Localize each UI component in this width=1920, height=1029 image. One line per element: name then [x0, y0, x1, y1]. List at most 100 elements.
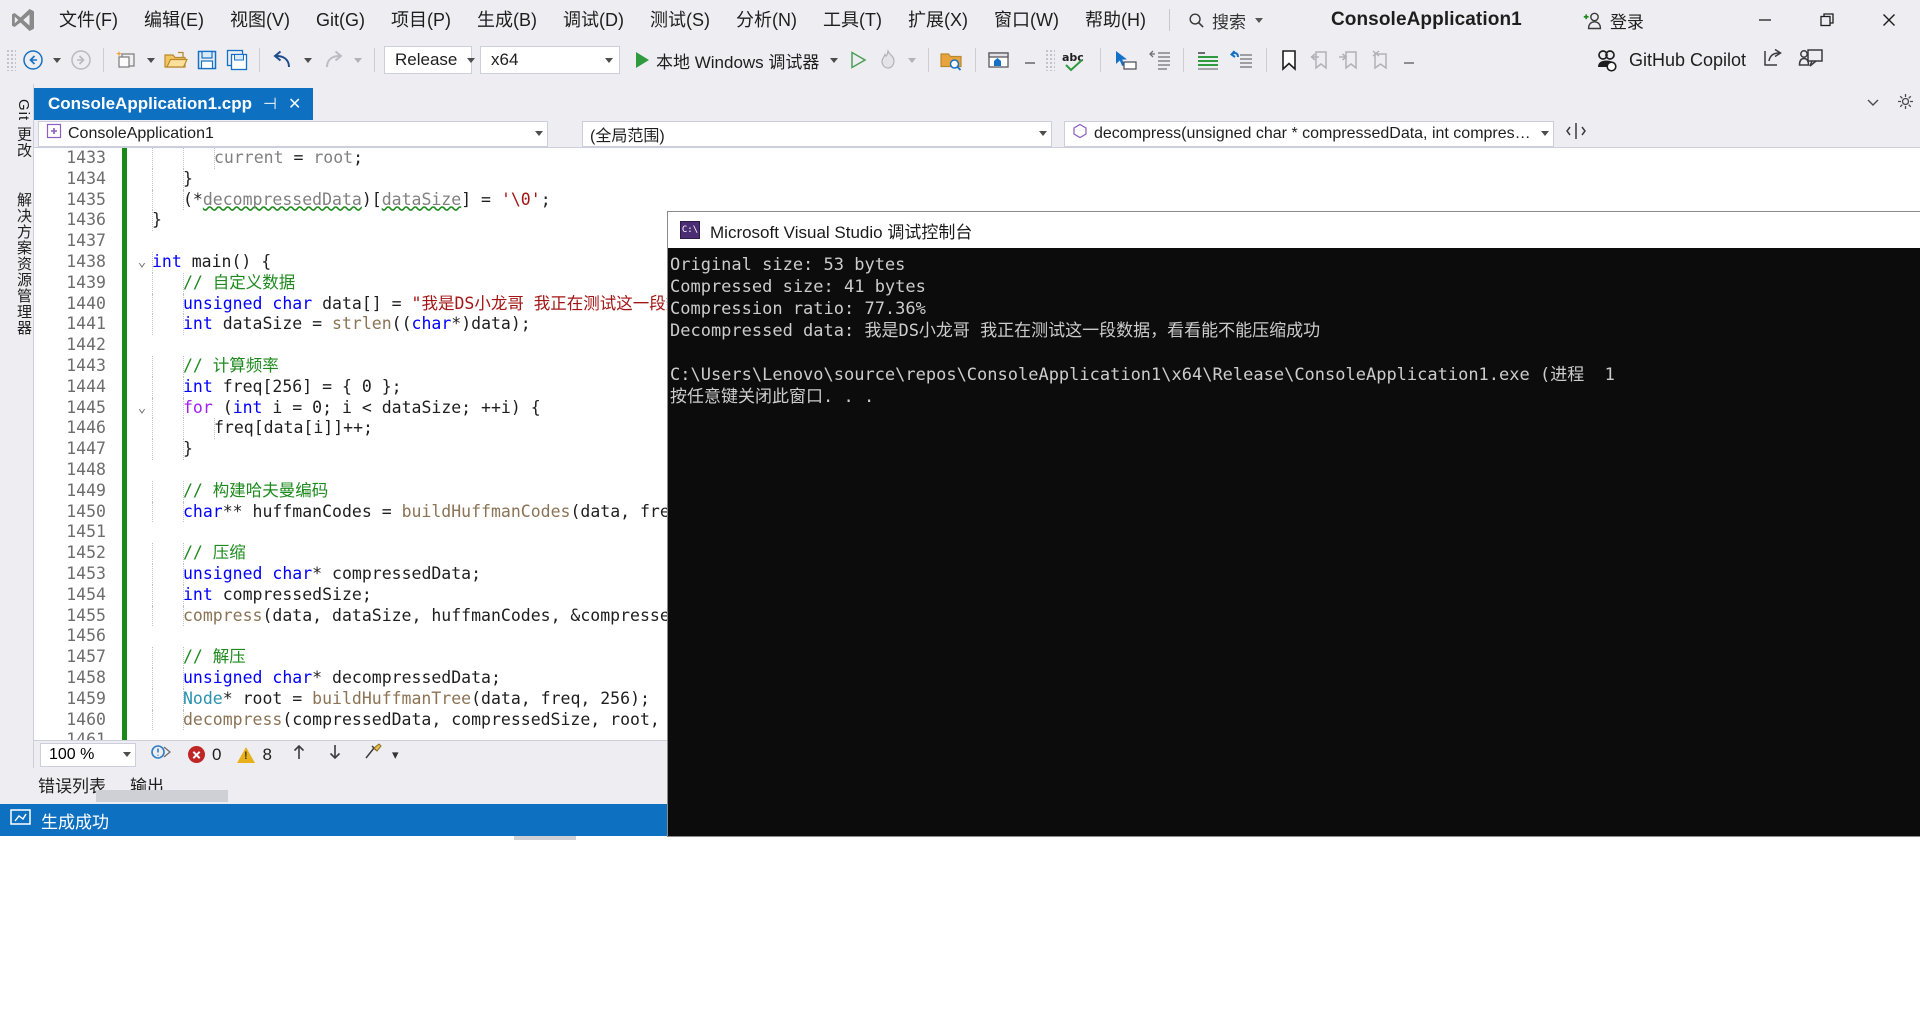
toolbar-overflow-button[interactable]	[1394, 44, 1424, 76]
error-count-value: 0	[212, 745, 221, 765]
undo-last-edit-button[interactable]	[1225, 44, 1259, 76]
sidebar-item-git-changes[interactable]: Git 更改	[0, 84, 34, 174]
menu-item-analyze[interactable]: 分析(N)	[723, 4, 810, 36]
new-project-dropdown-icon[interactable]	[147, 58, 155, 63]
undo-button[interactable]	[267, 44, 299, 76]
tab-settings-icon[interactable]	[1897, 93, 1914, 115]
start-without-debugging-button[interactable]	[843, 44, 873, 76]
menu-item-help[interactable]: 帮助(H)	[1072, 4, 1159, 36]
properties-window-button[interactable]	[1015, 44, 1045, 76]
toolbar-grip[interactable]	[6, 49, 16, 71]
comment-selection-button[interactable]	[1144, 44, 1176, 76]
fold-toggle-icon[interactable]: ⌄	[134, 252, 150, 273]
intellisense-status-icon[interactable]	[150, 742, 172, 767]
restore-button[interactable]	[1796, 0, 1858, 40]
line-number: 1448	[34, 460, 106, 481]
save-icon	[195, 48, 219, 72]
solution-configuration-dropdown[interactable]: Release	[384, 46, 472, 74]
navigate-backward-button[interactable]	[18, 44, 48, 76]
solution-explorer-button[interactable]	[983, 44, 1015, 76]
error-count-item[interactable]: 0	[188, 745, 221, 765]
increase-indent-button[interactable]	[1191, 44, 1225, 76]
close-button[interactable]	[1858, 0, 1920, 40]
navigate-backward-dropdown-icon[interactable]	[53, 58, 61, 63]
console-blank-line	[670, 342, 1920, 364]
zoom-level-dropdown[interactable]: 100 %	[40, 743, 136, 767]
menu-item-window[interactable]: 窗口(W)	[981, 4, 1072, 36]
menu-item-tools[interactable]: 工具(T)	[810, 4, 895, 36]
code-line[interactable]: 1435(*decompressedData)[dataSize] = '\0'…	[34, 190, 1920, 211]
redo-button[interactable]	[317, 44, 349, 76]
github-copilot-button[interactable]: GitHub Copilot	[1594, 44, 1824, 76]
menu-item-file[interactable]: 文件(F)	[46, 4, 131, 36]
member-dropdown[interactable]: decompress(unsigned char * compressedDat…	[1064, 121, 1554, 147]
sidebar-item-solution-explorer[interactable]: 解决方案资源管理器	[0, 174, 34, 354]
indent-guide	[152, 481, 153, 502]
menu-item-test[interactable]: 测试(S)	[637, 4, 723, 36]
code-text: int dataSize = strlen((char*)data);	[183, 314, 531, 335]
menu-item-git[interactable]: Git(G)	[303, 4, 378, 36]
spell-check-button[interactable]: abc	[1057, 44, 1093, 76]
hot-reload-button[interactable]	[873, 44, 903, 76]
menu-item-extensions[interactable]: 扩展(X)	[895, 4, 981, 36]
next-bookmark-button[interactable]	[1334, 44, 1364, 76]
new-project-button[interactable]	[111, 44, 142, 76]
toggle-bookmark-button[interactable]	[1274, 44, 1304, 76]
close-icon[interactable]: ✕	[288, 94, 301, 114]
line-number: 1433	[34, 148, 106, 169]
change-indicator	[122, 377, 127, 398]
status-bar-message: 生成成功	[41, 808, 109, 833]
save-all-button[interactable]	[222, 44, 252, 76]
tab-overflow-icon[interactable]	[1865, 94, 1881, 115]
line-number: 1454	[34, 585, 106, 606]
next-issue-button[interactable]	[326, 742, 344, 768]
previous-issue-button[interactable]	[290, 742, 308, 768]
menu-item-edit[interactable]: 编辑(E)	[131, 4, 217, 36]
code-line[interactable]: 1434}	[34, 169, 1920, 190]
quick-actions-dropdown-icon[interactable]: ▾	[392, 747, 399, 763]
fold-toggle-icon[interactable]: ⌄	[134, 398, 150, 419]
start-debugging-dropdown-icon[interactable]	[830, 58, 838, 63]
minimize-button[interactable]	[1734, 0, 1796, 40]
select-tool-button[interactable]	[1108, 44, 1144, 76]
warning-count-item[interactable]: 8	[237, 745, 271, 765]
title-menu-bar: 文件(F) 编辑(E) 视图(V) Git(G) 项目(P) 生成(B) 调试(…	[0, 0, 1920, 40]
desktop-background	[0, 836, 1920, 1029]
start-debugging-button[interactable]: 本地 Windows 调试器	[630, 44, 825, 76]
navigate-forward-button[interactable]	[66, 44, 96, 76]
undo-dropdown-icon[interactable]	[304, 58, 312, 63]
horizontal-scrollbar[interactable]	[96, 790, 228, 802]
search-solution-button[interactable]	[936, 44, 968, 76]
toolbar-grip-2[interactable]	[1045, 49, 1055, 71]
clear-bookmarks-button[interactable]	[1364, 44, 1394, 76]
save-button[interactable]	[192, 44, 222, 76]
solution-platform-dropdown[interactable]: x64	[480, 46, 620, 74]
code-text: // 构建哈夫曼编码	[183, 481, 328, 502]
pin-icon[interactable]: ⊣	[263, 94, 277, 114]
project-dropdown[interactable]: ConsoleApplication1	[38, 121, 548, 147]
change-indicator	[122, 564, 127, 585]
menu-item-view[interactable]: 视图(V)	[217, 4, 303, 36]
save-all-icon	[225, 48, 249, 72]
menu-item-build[interactable]: 生成(B)	[464, 4, 550, 36]
live-share-button[interactable]	[1798, 47, 1824, 74]
tab-consoleapplication1-cpp[interactable]: ConsoleApplication1.cpp ⊣ ✕	[34, 88, 313, 120]
quick-actions-button[interactable]	[362, 742, 388, 768]
toolbar-divider-1	[103, 48, 104, 72]
previous-bookmark-button[interactable]	[1304, 44, 1334, 76]
menu-item-debug[interactable]: 调试(D)	[550, 4, 637, 36]
hot-reload-dropdown-icon[interactable]	[908, 58, 916, 63]
code-line[interactable]: 1433current = root;	[34, 148, 1920, 169]
sign-in-button[interactable]: 登录	[1582, 8, 1644, 33]
scope-dropdown[interactable]: (全局范围)	[582, 121, 1052, 147]
split-editor-icon[interactable]	[1566, 121, 1586, 146]
open-file-button[interactable]	[160, 44, 192, 76]
change-indicator	[122, 481, 127, 502]
menu-item-project[interactable]: 项目(P)	[378, 4, 464, 36]
search-input[interactable]: 搜索	[1180, 5, 1271, 36]
redo-dropdown-icon[interactable]	[354, 58, 362, 63]
debug-console-window[interactable]: C:\ Microsoft Visual Studio 调试控制台 Origin…	[668, 212, 1920, 836]
change-indicator	[122, 418, 127, 439]
change-indicator	[122, 460, 127, 481]
share-button[interactable]	[1761, 47, 1785, 74]
